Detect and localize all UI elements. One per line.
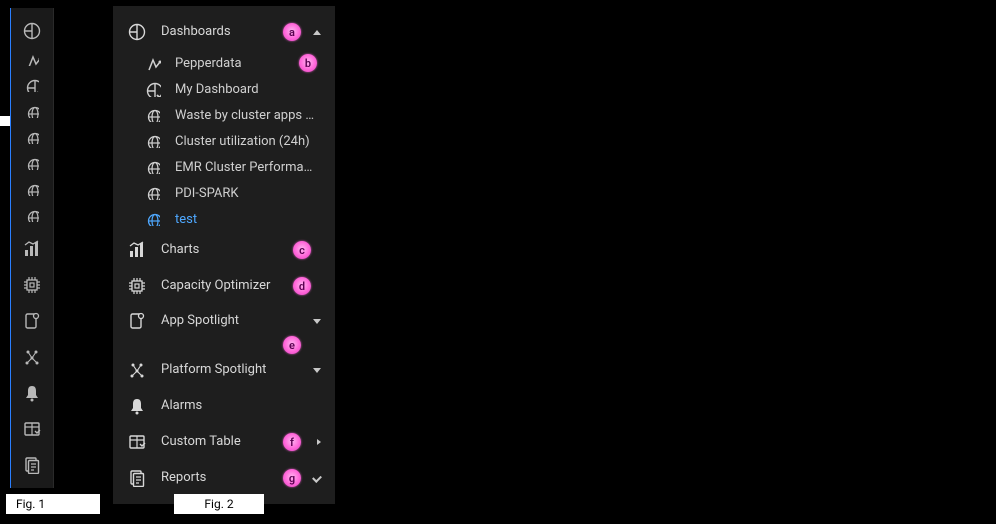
collapsed-pepperdata-icon[interactable]: [10, 46, 54, 72]
nav-app-spotlight-label: App Spotlight: [161, 313, 313, 329]
checkmark-icon: [313, 475, 321, 481]
globe-icon: [145, 186, 161, 200]
badge-f: f: [283, 433, 301, 451]
alarms-icon: [127, 397, 147, 415]
nav-platform-spotlight-label: Platform Spotlight: [161, 362, 313, 378]
globe-icon: [145, 134, 161, 148]
chevron-down-icon: [313, 319, 321, 324]
sub-emr-perf[interactable]: EMR Cluster Performan…: [113, 154, 335, 180]
my-dashboard-icon: [145, 82, 161, 97]
sub-pdi-spark-label: PDI-SPARK: [175, 186, 239, 201]
capacity-optimizer-icon: [127, 277, 147, 295]
collapsed-globe-icon[interactable]: [10, 176, 54, 202]
collapsed-app-spotlight-icon[interactable]: [10, 306, 54, 336]
collapsed-custom-table-icon[interactable]: [10, 414, 54, 444]
chevron-down-icon: [313, 368, 321, 373]
collapsed-capacity-icon[interactable]: [10, 270, 54, 300]
collapsed-dashboards-icon[interactable]: [10, 16, 54, 46]
badge-g: g: [283, 469, 301, 487]
sub-pepperdata[interactable]: Pepperdata b: [113, 50, 335, 76]
caret-right-icon: [317, 439, 321, 445]
nav-platform-spotlight[interactable]: Platform Spotlight: [113, 352, 335, 388]
nav-app-spotlight[interactable]: App Spotlight e: [113, 304, 335, 352]
nav-custom-table[interactable]: Custom Table f: [113, 424, 335, 460]
sub-my-dashboard-label: My Dashboard: [175, 82, 259, 97]
collapsed-alarms-icon[interactable]: [10, 378, 54, 408]
globe-icon: [145, 160, 161, 174]
sidebar-collapsed: [10, 8, 54, 488]
sub-test[interactable]: test: [113, 206, 335, 232]
badge-b: b: [299, 54, 317, 72]
nav-alarms-label: Alarms: [161, 398, 321, 414]
sub-my-dashboard[interactable]: My Dashboard: [113, 76, 335, 102]
collapsed-my-dashboard-icon[interactable]: [10, 72, 54, 98]
nav-capacity[interactable]: Capacity Optimizer d: [113, 268, 335, 304]
collapsed-platform-spotlight-icon[interactable]: [10, 342, 54, 372]
sub-pepperdata-label: Pepperdata: [175, 56, 242, 71]
nav-dashboards[interactable]: Dashboards a: [113, 14, 335, 50]
pepperdata-icon: [145, 56, 161, 71]
chevron-up-icon: [313, 30, 321, 35]
badge-d: d: [293, 277, 311, 295]
sub-emr-perf-label: EMR Cluster Performan…: [175, 160, 315, 175]
collapsed-globe-icon[interactable]: [10, 124, 54, 150]
badge-c: c: [293, 241, 311, 259]
collapsed-globe-icon[interactable]: [10, 98, 54, 124]
collapsed-reports-icon[interactable]: [10, 450, 54, 480]
badge-a: a: [283, 23, 301, 41]
sub-pdi-spark[interactable]: PDI-SPARK: [113, 180, 335, 206]
nav-reports[interactable]: Reports g: [113, 460, 335, 496]
sub-test-label: test: [175, 212, 197, 227]
globe-icon: [145, 108, 161, 122]
sub-waste-cluster[interactable]: Waste by cluster apps (…: [113, 102, 335, 128]
sidebar-expanded: Dashboards a Pepperdata b My Dashboard W…: [113, 6, 335, 504]
figure-2-label: Fig. 2: [174, 494, 264, 514]
sub-cluster-util-label: Cluster utilization (24h): [175, 134, 310, 149]
sub-waste-cluster-label: Waste by cluster apps (…: [175, 108, 315, 123]
collapsed-globe-icon-active[interactable]: [10, 202, 54, 228]
reports-icon: [127, 469, 147, 487]
globe-icon: [145, 212, 161, 226]
nav-charts[interactable]: Charts c: [113, 232, 335, 268]
sub-cluster-util[interactable]: Cluster utilization (24h): [113, 128, 335, 154]
collapsed-charts-icon[interactable]: [10, 234, 54, 264]
charts-icon: [127, 241, 147, 259]
app-spotlight-icon: [127, 312, 147, 330]
collapsed-globe-icon[interactable]: [10, 150, 54, 176]
nav-alarms[interactable]: Alarms: [113, 388, 335, 424]
platform-spotlight-icon: [127, 361, 147, 379]
figure-1-label: Fig. 1: [6, 494, 100, 514]
custom-table-icon: [127, 433, 147, 451]
dashboards-icon: [127, 23, 147, 41]
